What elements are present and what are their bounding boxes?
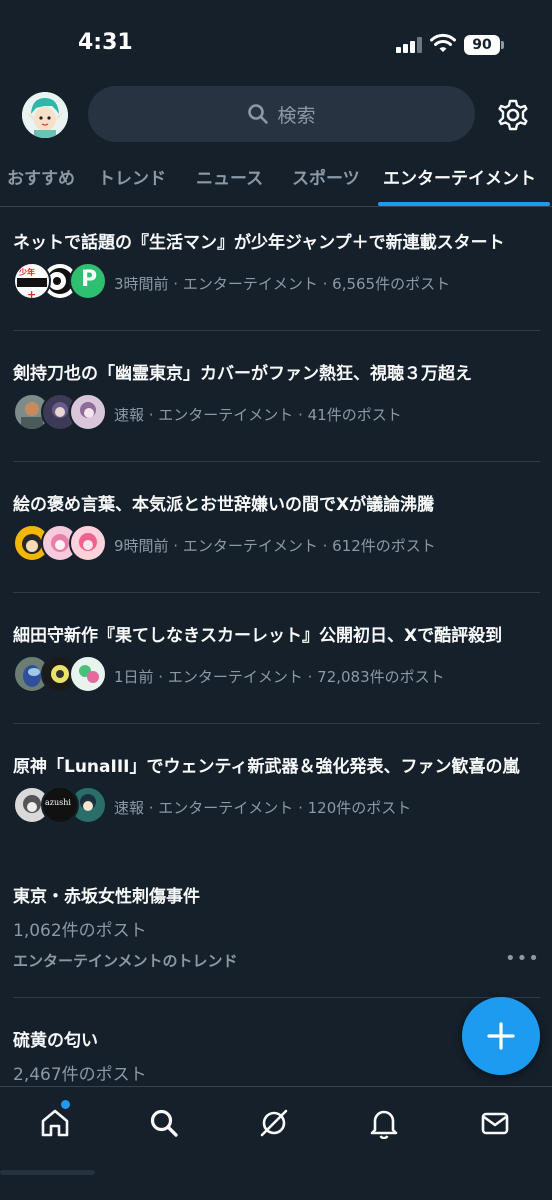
trend-title: 細田守新作『果てしなきスカーレット』公開初日、Xで酷評殺到 [13, 626, 503, 646]
nav-grok[interactable] [254, 1103, 294, 1143]
mail-icon [481, 1112, 509, 1135]
app-logo-thumbnail: P [69, 262, 107, 300]
grok-icon [260, 1109, 288, 1137]
trend-thumbnail: azushi [41, 786, 79, 824]
trend-item[interactable]: 原神「LunaIII」でウェンティ新武器＆強化発表、ファン歓喜の嵐 azushi… [0, 724, 552, 852]
trend-thumbnails [13, 655, 107, 693]
trend-item[interactable]: ネットで話題の『生活マン』が少年ジャンプ＋で新連載スタート 少年 + P 3時間… [0, 207, 552, 331]
battery-level: 90 [464, 35, 500, 55]
search-placeholder: 検索 [277, 104, 316, 127]
battery-tip [501, 41, 504, 49]
trend-meta: 3時間前 · エンターテイメント · 6,565件のポスト [114, 275, 451, 293]
signal-icon [396, 37, 422, 53]
gear-icon[interactable] [496, 98, 530, 132]
tab-trending[interactable]: トレンド [98, 164, 166, 189]
compose-button[interactable] [462, 997, 540, 1075]
trend-item[interactable]: 東京・赤坂女性刺傷事件 1,062件のポスト エンターテインメントのトレンド •… [0, 852, 552, 998]
trend-title: 東京・赤坂女性刺傷事件 [13, 887, 200, 907]
notification-dot [61, 1100, 70, 1109]
trend-title: 絵の褒め言葉、本気派とお世辞嫌いの間でXが議論沸騰 [13, 495, 435, 515]
active-tab-indicator [378, 202, 550, 206]
tab-entertainment[interactable]: エンターテイメント [383, 164, 536, 189]
trend-thumbnail [69, 524, 107, 562]
status-time: 4:31 [78, 30, 133, 55]
home-indicator [0, 1170, 95, 1175]
nav-notifications[interactable] [364, 1103, 404, 1143]
trend-thumbnail [69, 393, 107, 431]
trend-title: 剣持刀也の「幽霊東京」カバーがファン熱狂、視聴３万超え [13, 364, 472, 384]
trend-thumbnails [13, 393, 107, 431]
trend-title: 原神「LunaIII」でウェンティ新武器＆強化発表、ファン歓喜の嵐 [13, 757, 520, 777]
trend-post-count: 2,467件のポスト [13, 1065, 147, 1085]
bell-icon [370, 1110, 398, 1139]
tab-news[interactable]: ニュース [196, 164, 263, 189]
trend-title: 硫黄の匂い [13, 1031, 98, 1051]
trend-thumbnails: azushi [13, 786, 107, 824]
nav-home[interactable] [35, 1103, 75, 1143]
trend-post-count: 1,062件のポスト [13, 921, 147, 941]
explore-tabs: おすすめ トレンド ニュース スポーツ エンターテイメント [0, 150, 552, 207]
bottom-navigation [0, 1086, 552, 1200]
jump-logo-thumbnail: 少年 + [13, 262, 51, 300]
nav-explore[interactable] [144, 1103, 184, 1143]
tab-recommended[interactable]: おすすめ [7, 164, 75, 189]
profile-avatar[interactable] [22, 92, 68, 138]
plus-icon [487, 1022, 515, 1050]
trend-meta: 速報 · エンターテイメント · 41件のポスト [114, 406, 402, 424]
trend-item[interactable]: 細田守新作『果てしなきスカーレット』公開初日、Xで酷評殺到 1日前 · エンター… [0, 593, 552, 724]
trend-category: エンターテインメントのトレンド [13, 952, 238, 970]
wifi-icon [430, 33, 456, 52]
tab-sports[interactable]: スポーツ [292, 164, 360, 189]
nav-messages[interactable] [475, 1103, 515, 1143]
home-icon [41, 1109, 69, 1137]
trend-title: ネットで話題の『生活マン』が少年ジャンプ＋で新連載スタート [13, 233, 505, 253]
trend-meta: 9時間前 · エンターテイメント · 612件のポスト [114, 537, 436, 555]
trend-thumbnail [69, 655, 107, 693]
trend-meta: 速報 · エンターテイメント · 120件のポスト [114, 799, 412, 817]
status-bar: 4:31 90 [0, 0, 552, 80]
trend-meta: 1日前 · エンターテイメント · 72,083件のポスト [114, 668, 445, 686]
trend-item[interactable]: 剣持刀也の「幽霊東京」カバーがファン熱狂、視聴３万超え 速報 · エンターテイメ… [0, 331, 552, 462]
search-input[interactable]: 検索 [88, 86, 475, 142]
explore-icon [150, 1109, 178, 1137]
trend-thumbnails: 少年 + P [13, 262, 107, 300]
search-icon [248, 104, 269, 124]
more-options-icon[interactable]: ••• [505, 948, 540, 969]
trend-thumbnails [13, 524, 107, 562]
trend-item[interactable]: 絵の褒め言葉、本気派とお世辞嫌いの間でXが議論沸騰 9時間前 · エンターテイメ… [0, 462, 552, 593]
